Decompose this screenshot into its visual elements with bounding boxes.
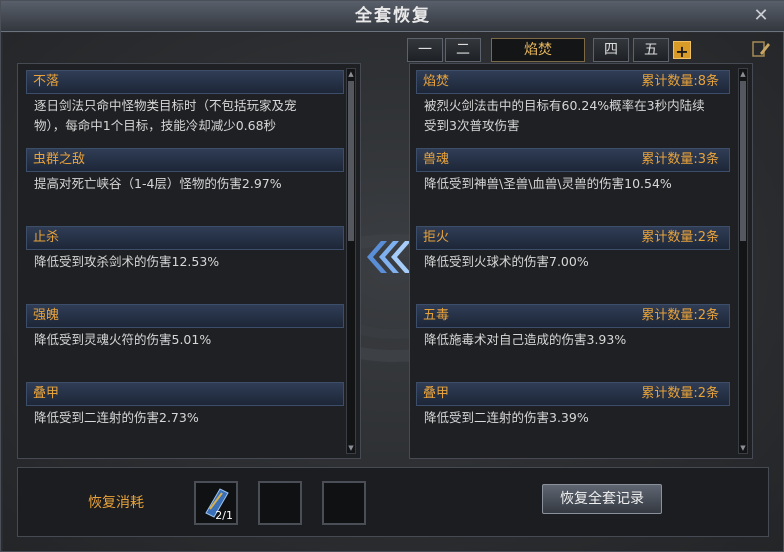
cost-label: 恢复消耗 [88,495,144,511]
restore-footer: 恢复消耗 2/1 恢复全套记录 [17,467,769,537]
entry-name: 五毒 [423,308,450,323]
entry-count: 累计数量:2条 [641,230,719,245]
entry-desc: 降低受到二连射的伤害3.39% [424,410,589,425]
entry-name: 焰焚 [423,74,450,89]
entry-desc: 降低受到二连射的伤害2.73% [34,410,199,425]
entry-count: 累计数量:8条 [641,74,719,89]
entry-desc: 降低受到火球术的伤害7.00% [424,254,589,269]
entry-desc: 降低受到灵魂火符的伤害5.01% [34,332,212,347]
scroll-thumb[interactable] [348,81,354,241]
entry-header: 焰焚 累计数量:8条 [416,70,730,94]
item-slot-empty[interactable] [322,481,366,525]
entry-header: 止杀 [26,226,344,250]
scroll-up-icon[interactable]: ▲ [347,70,355,78]
entry-header: 拒火 累计数量:2条 [416,226,730,250]
item-slot[interactable]: 2/1 [194,481,238,525]
transfer-arrows-icon [367,241,411,273]
scroll-down-icon[interactable]: ▼ [347,444,355,452]
entry-name: 拒火 [423,230,450,245]
item-slot-empty[interactable] [258,481,302,525]
edit-pencil-icon[interactable] [751,39,771,59]
entry-count: 累计数量:3条 [641,152,719,167]
entry-header: 强魄 [26,304,344,328]
entry-name: 兽魂 [423,152,450,167]
entry-header: 兽魂 累计数量:3条 [416,148,730,172]
entry-desc: 降低受到攻杀剑术的伤害12.53% [34,254,220,269]
window-title: 全套恢复 [355,6,431,26]
entry-name: 虫群之敌 [33,152,86,167]
entry-name: 强魄 [33,308,60,323]
title-bar: 全套恢复 ✕ [1,1,784,32]
restore-window: 全套恢复 ✕ 一 二 焰焚 四 五 + 不落 逐日剑法只命中怪物类目标时（不包括… [0,0,784,552]
entry-name: 叠甲 [423,386,450,401]
scroll-up-icon[interactable]: ▲ [739,70,747,78]
entry-desc: 提高对死亡峡谷（1-4层）怪物的伤害2.97% [34,176,282,191]
scrollbar[interactable]: ▲ ▼ [738,68,748,454]
entry-header: 叠甲 [26,382,344,406]
restore-all-button[interactable]: 恢复全套记录 [542,484,662,514]
entry-desc: 被烈火剑法击中的目标有60.24%概率在3秒内陆续 受到3次普攻伤害 [424,98,705,133]
entry-name: 叠甲 [33,386,60,401]
entry-name: 止杀 [33,230,60,245]
tab-2[interactable]: 二 [445,38,481,62]
entry-name: 不落 [33,74,60,89]
scroll-thumb[interactable] [740,81,746,241]
entry-desc: 降低施毒术对自己造成的伤害3.93% [424,332,627,347]
tab-1[interactable]: 一 [407,38,443,62]
scrollbar[interactable]: ▲ ▼ [346,68,356,454]
close-icon[interactable]: ✕ [751,6,771,26]
entry-desc: 逐日剑法只命中怪物类目标时（不包括玩家及宠 物），每命中1个目标，技能冷却减少0… [34,98,297,133]
add-tab-button[interactable]: + [673,41,691,61]
entry-count: 累计数量:2条 [641,308,719,323]
item-count: 2/1 [215,509,233,522]
saved-set-panel: 焰焚 累计数量:8条 被烈火剑法击中的目标有60.24%概率在3秒内陆续 受到3… [409,63,753,459]
entry-count: 累计数量:2条 [641,386,719,401]
entry-header: 叠甲 累计数量:2条 [416,382,730,406]
tab-5[interactable]: 五 [633,38,669,62]
tab-yanfen[interactable]: 焰焚 [491,38,585,62]
current-set-panel: 不落 逐日剑法只命中怪物类目标时（不包括玩家及宠 物），每命中1个目标，技能冷却… [17,63,361,459]
entry-header: 五毒 累计数量:2条 [416,304,730,328]
entry-header: 不落 [26,70,344,94]
scroll-down-icon[interactable]: ▼ [739,444,747,452]
entry-desc: 降低受到神兽\圣兽\血兽\灵兽的伤害10.54% [424,176,672,191]
tab-4[interactable]: 四 [593,38,629,62]
entry-header: 虫群之敌 [26,148,344,172]
